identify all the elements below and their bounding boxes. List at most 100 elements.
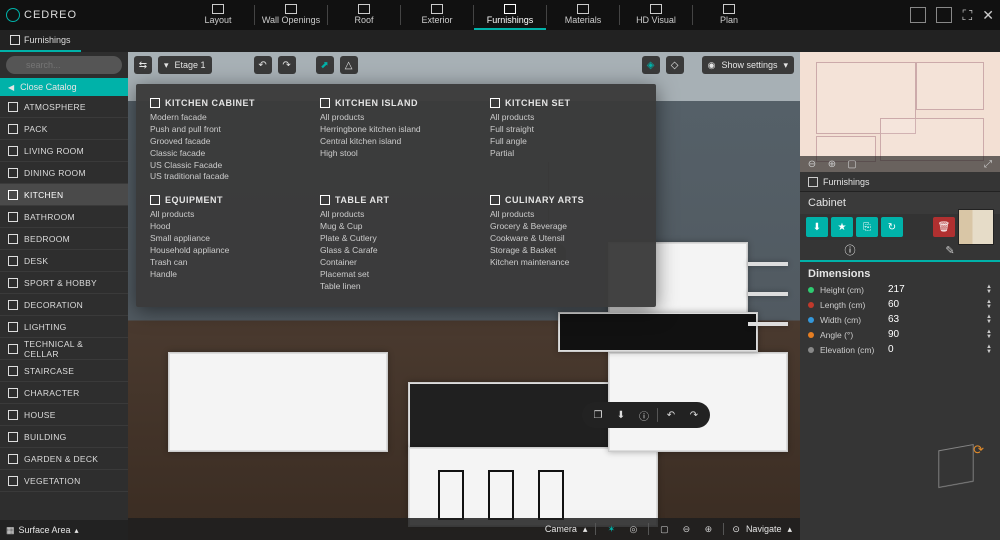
frame-button[interactable]: ▢ xyxy=(657,522,671,536)
zoom-out-button[interactable]: ⊖ xyxy=(679,522,693,536)
category-lighting[interactable]: LIGHTING xyxy=(0,316,128,338)
category-dining-room[interactable]: DINING ROOM xyxy=(0,162,128,184)
redo-button[interactable]: ↷ xyxy=(278,56,296,74)
topnav-wall-openings[interactable]: Wall Openings xyxy=(255,0,327,30)
category-character[interactable]: CHARACTER xyxy=(0,382,128,404)
orbit-mode-button[interactable]: ◎ xyxy=(626,522,640,536)
mega-item[interactable]: Grooved facade xyxy=(150,136,302,148)
mega-item[interactable]: All products xyxy=(490,112,642,124)
mega-item[interactable]: Glass & Carafe xyxy=(320,245,472,257)
topnav-plan[interactable]: Plan xyxy=(693,0,765,30)
mega-item[interactable]: All products xyxy=(490,209,642,221)
redo-object-button[interactable]: ↷ xyxy=(684,405,704,425)
category-bathroom[interactable]: BATHROOM xyxy=(0,206,128,228)
mega-item[interactable]: Container xyxy=(320,257,472,269)
dim-stepper[interactable]: ▲▼ xyxy=(986,285,992,295)
mega-item[interactable]: Small appliance xyxy=(150,233,302,245)
swap-icon[interactable]: ⇆ xyxy=(134,56,152,74)
dim-value[interactable]: 63 xyxy=(888,314,980,325)
mega-item[interactable]: Storage & Basket xyxy=(490,245,642,257)
help-icon[interactable] xyxy=(910,7,926,23)
mega-item[interactable]: All products xyxy=(320,209,472,221)
cursor-mode-button[interactable]: ⬈ xyxy=(316,56,334,74)
lock-mode-button[interactable]: △ xyxy=(340,56,358,74)
mega-item[interactable]: Grocery & Beverage xyxy=(490,221,642,233)
category-living-room[interactable]: LIVING ROOM xyxy=(0,140,128,162)
view-3d-button[interactable]: ◈ xyxy=(642,56,660,74)
topnav-exterior[interactable]: Exterior xyxy=(401,0,473,30)
save-icon[interactable] xyxy=(936,7,952,23)
mega-item[interactable]: Central kitchen island xyxy=(320,136,472,148)
delete-button[interactable]: 🗑 xyxy=(933,217,955,237)
mega-item[interactable]: US Classic Facade xyxy=(150,160,302,172)
topnav-hd-visual[interactable]: HD Visual xyxy=(620,0,692,30)
category-building[interactable]: BUILDING xyxy=(0,426,128,448)
dim-value[interactable]: 90 xyxy=(888,329,980,340)
mega-item[interactable]: Partial xyxy=(490,148,642,160)
topnav-materials[interactable]: Materials xyxy=(547,0,619,30)
show-settings-button[interactable]: ◉ Show settings ▾ xyxy=(702,56,794,74)
sidebar-footer[interactable]: ▦ Surface Area ▴ xyxy=(0,520,128,540)
walk-mode-button[interactable]: ✶ xyxy=(604,522,618,536)
mega-item[interactable]: Modern facade xyxy=(150,112,302,124)
replace-button[interactable]: ↻ xyxy=(881,217,903,237)
close-icon[interactable]: ✕ xyxy=(982,7,994,24)
topnav-furnishings[interactable]: Furnishings xyxy=(474,0,546,30)
zoom-in-button[interactable]: ⊕ xyxy=(826,158,838,170)
mega-item[interactable]: Mug & Cup xyxy=(320,221,472,233)
dim-stepper[interactable]: ▲▼ xyxy=(986,330,992,340)
mega-item[interactable]: Placemat set xyxy=(320,269,472,281)
panel-tab[interactable]: Furnishings xyxy=(800,172,1000,192)
mega-item[interactable]: High stool xyxy=(320,148,472,160)
download-button[interactable]: ⬇ xyxy=(806,217,828,237)
dim-value[interactable]: 0 xyxy=(888,344,980,355)
info-button[interactable]: ⓘ xyxy=(634,405,654,425)
category-house[interactable]: HOUSE xyxy=(0,404,128,426)
mega-item[interactable]: Cookware & Utensil xyxy=(490,233,642,245)
dim-value[interactable]: 60 xyxy=(888,299,980,310)
mega-item[interactable]: Push and pull front xyxy=(150,124,302,136)
search-input[interactable] xyxy=(6,56,122,74)
zoom-out-button[interactable]: ⊖ xyxy=(806,158,818,170)
category-desk[interactable]: DESK xyxy=(0,250,128,272)
restore-icon[interactable]: ⛶ xyxy=(962,7,972,24)
category-vegetation[interactable]: VEGETATION xyxy=(0,470,128,492)
favorite-button[interactable]: ★ xyxy=(831,217,853,237)
category-garden-deck[interactable]: GARDEN & DECK xyxy=(0,448,128,470)
category-bedroom[interactable]: BEDROOM xyxy=(0,228,128,250)
mega-item[interactable]: Handle xyxy=(150,269,302,281)
mega-item[interactable]: Table linen xyxy=(320,281,472,293)
dim-stepper[interactable]: ▲▼ xyxy=(986,300,992,310)
expand-button[interactable]: ⤢ xyxy=(982,158,994,170)
topnav-roof[interactable]: Roof xyxy=(328,0,400,30)
camera-selector[interactable]: Camera ▴ xyxy=(545,524,588,535)
mega-item[interactable]: Trash can xyxy=(150,257,302,269)
mega-item[interactable]: US traditional facade xyxy=(150,171,302,183)
mega-item[interactable]: Hood xyxy=(150,221,302,233)
fit-button[interactable]: ▢ xyxy=(846,158,858,170)
dim-stepper[interactable]: ▲▼ xyxy=(986,315,992,325)
mega-item[interactable]: Full straight xyxy=(490,124,642,136)
close-catalog-button[interactable]: Close Catalog xyxy=(0,78,128,96)
category-staircase[interactable]: STAIRCASE xyxy=(0,360,128,382)
category-pack[interactable]: PACK xyxy=(0,118,128,140)
viewport[interactable]: ⇆ ▾ Etage 1 ↶ ↷ ⬈ △ ◈ ◇ ◉ Show settings … xyxy=(128,52,800,540)
category-technical-cellar[interactable]: TECHNICAL & CELLAR xyxy=(0,338,128,360)
tab-furnishings[interactable]: Furnishings xyxy=(0,30,81,52)
orientation-cube[interactable]: ⟳ xyxy=(930,440,986,496)
info-tab[interactable]: ⓘ xyxy=(800,240,900,260)
mega-item[interactable]: Plate & Cutlery xyxy=(320,233,472,245)
mega-item[interactable]: Kitchen maintenance xyxy=(490,257,642,269)
duplicate-button[interactable]: ❐ xyxy=(588,405,608,425)
mega-item[interactable]: Household appliance xyxy=(150,245,302,257)
category-atmosphere[interactable]: ATMOSPHERE xyxy=(0,96,128,118)
view-top-button[interactable]: ◇ xyxy=(666,56,684,74)
category-kitchen[interactable]: KITCHEN xyxy=(0,184,128,206)
link-button[interactable]: ⎘ xyxy=(856,217,878,237)
undo-object-button[interactable]: ↶ xyxy=(661,405,681,425)
category-sport-hobby[interactable]: SPORT & HOBBY xyxy=(0,272,128,294)
download-button[interactable]: ⬇ xyxy=(611,405,631,425)
mega-item[interactable]: Full angle xyxy=(490,136,642,148)
minimap[interactable]: ⊖ ⊕ ▢ ⤢ xyxy=(800,52,1000,172)
zoom-in-button[interactable]: ⊕ xyxy=(701,522,715,536)
